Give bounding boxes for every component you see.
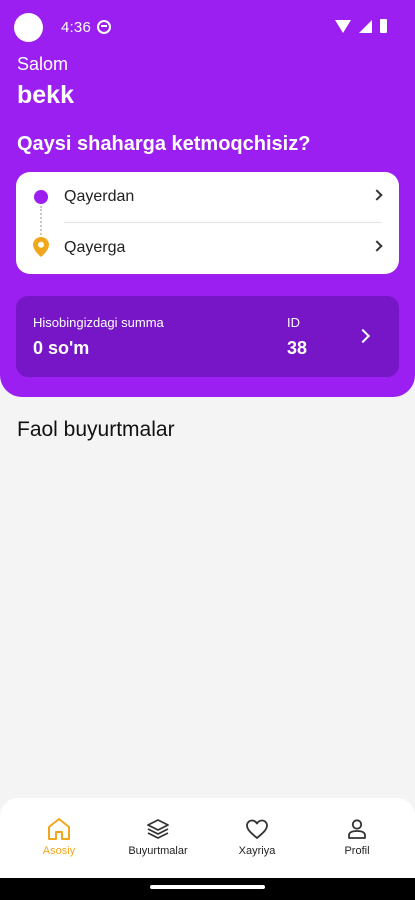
nav-label-orders: Buyurtmalar xyxy=(128,845,188,857)
status-bar: 4:36 xyxy=(0,0,415,52)
balance-label: Hisobingizdagi summa xyxy=(33,315,164,330)
nav-item-orders[interactable]: Buyurtmalar xyxy=(108,798,208,878)
destination-question: Qaysi shaharga ketmoqchisiz? xyxy=(17,133,311,155)
system-nav-bar xyxy=(0,878,415,900)
header-panel: 4:36 Salom bekk Qaysi shaharga ketmoqchi… xyxy=(0,0,415,397)
nav-label-home: Asosiy xyxy=(42,845,76,857)
balance-value: 0 so'm xyxy=(33,338,90,358)
user-icon xyxy=(348,819,366,839)
nav-item-charity[interactable]: Xayriya xyxy=(207,798,307,878)
wifi-icon xyxy=(335,19,351,33)
greeting-text: Salom xyxy=(17,54,69,74)
nav-label-charity: Xayriya xyxy=(238,845,276,857)
nav-item-home[interactable]: Asosiy xyxy=(9,798,109,878)
username-text: bekk xyxy=(17,81,74,109)
nav-label-profile: Profil xyxy=(344,845,370,857)
route-card: Qayerdan Qayerga xyxy=(16,172,399,274)
home-icon xyxy=(48,818,70,840)
status-time: 4:36 xyxy=(61,19,91,36)
camera-cutout-icon xyxy=(14,13,43,42)
app-screen: 4:36 Salom bekk Qaysi shaharga ketmoqchi… xyxy=(0,0,415,900)
route-to-row[interactable]: Qayerga xyxy=(16,223,399,273)
route-to-label: Qayerga xyxy=(64,239,126,256)
nav-item-profile[interactable]: Profil xyxy=(307,798,407,878)
chevron-right-icon xyxy=(371,189,383,201)
location-pin-icon xyxy=(33,237,49,257)
chevron-right-icon xyxy=(371,240,383,252)
id-value: 38 xyxy=(287,338,308,358)
origin-dot-icon xyxy=(34,190,48,204)
home-indicator[interactable] xyxy=(150,885,265,889)
signal-icon xyxy=(359,19,372,33)
status-icons xyxy=(335,19,387,33)
route-from-row[interactable]: Qayerdan xyxy=(16,172,399,222)
chevron-right-icon xyxy=(355,328,371,344)
id-label: ID xyxy=(287,315,300,330)
battery-icon xyxy=(380,19,387,33)
balance-card[interactable]: Hisobingizdagi summa 0 so'm ID 38 xyxy=(16,296,399,377)
bottom-nav: Asosiy Buyurtmalar Xayriya Profil xyxy=(0,798,415,878)
heart-icon xyxy=(246,819,268,839)
do-not-disturb-icon xyxy=(97,20,111,34)
active-orders-title: Faol buyurtmalar xyxy=(17,418,175,441)
route-from-label: Qayerdan xyxy=(64,188,135,205)
layers-icon xyxy=(147,819,169,839)
